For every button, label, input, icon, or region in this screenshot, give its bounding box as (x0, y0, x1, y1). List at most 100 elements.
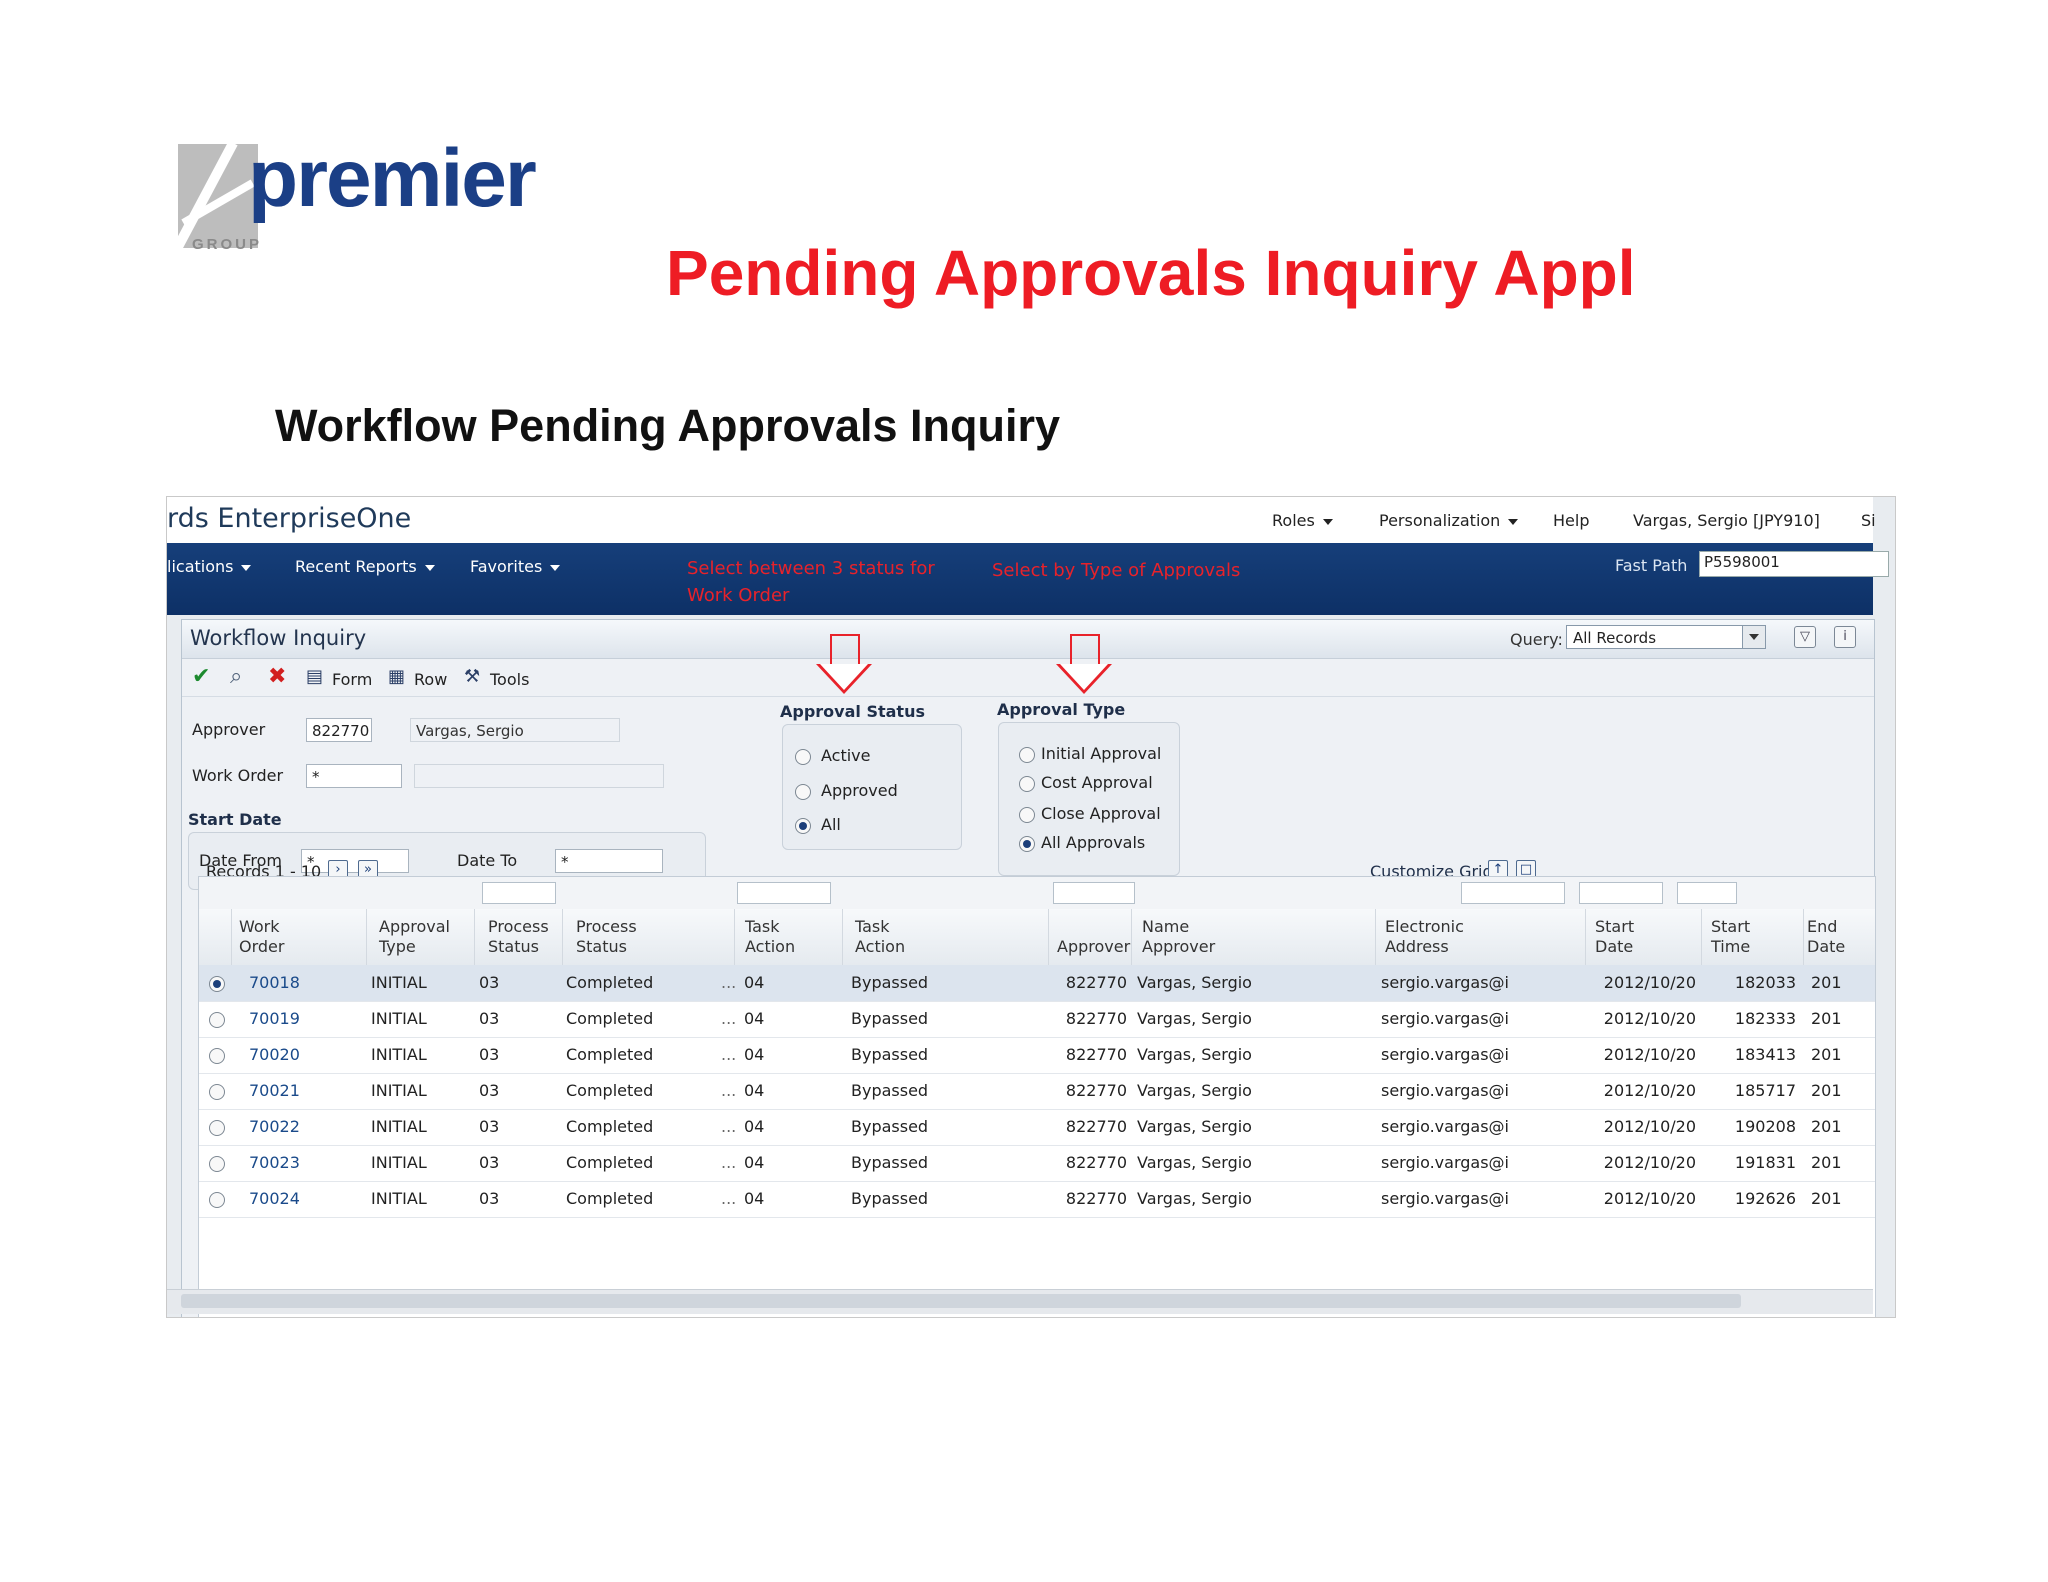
approver-name-field: Vargas, Sergio (410, 718, 620, 742)
column-header[interactable]: Approver (1057, 937, 1130, 957)
cell-wo[interactable]: 70024 (249, 1189, 300, 1208)
filter-process-status[interactable] (482, 882, 556, 904)
cell-lookup-dots[interactable]: ... (721, 1045, 736, 1064)
form-menu-label[interactable]: Form (332, 670, 372, 689)
table-row[interactable]: 70024 INITIAL 03 Completed 04 Bypassed 822770 V… (199, 1181, 1875, 1218)
column-header[interactable]: Process Status (576, 917, 637, 957)
personalization-menu[interactable]: Personalization (1379, 511, 1519, 530)
sign-out-link[interactable]: Si (1861, 511, 1876, 530)
column-divider[interactable] (1048, 909, 1049, 965)
table-row[interactable]: 70020 INITIAL 03 Completed 04 Bypassed 822770 V… (199, 1037, 1875, 1074)
cell-lookup-dots[interactable]: ... (721, 973, 736, 992)
column-divider[interactable] (1803, 909, 1804, 965)
cancel-x-icon[interactable]: ✖ (268, 664, 286, 690)
user-name[interactable]: Vargas, Sergio [JPY910] (1633, 511, 1820, 530)
column-header[interactable]: Start Date (1595, 917, 1634, 957)
radio-all[interactable] (795, 818, 811, 834)
column-header[interactable]: End Date (1807, 917, 1845, 957)
search-icon[interactable]: ⌕ (230, 664, 242, 690)
row-select-radio[interactable] (209, 1120, 225, 1136)
row-select-radio[interactable] (209, 1048, 225, 1064)
radio-approved[interactable] (795, 784, 811, 800)
cell-wo[interactable]: 70022 (249, 1117, 300, 1136)
cell-wo[interactable]: 70018 (249, 973, 300, 992)
dropdown-arrow-icon[interactable] (1742, 626, 1765, 648)
cell-wo[interactable]: 70023 (249, 1153, 300, 1172)
recent-reports-menu[interactable]: Recent Reports (295, 557, 435, 576)
cell-wo[interactable]: 70020 (249, 1045, 300, 1064)
column-divider[interactable] (1375, 909, 1376, 965)
row-select-radio[interactable] (209, 1156, 225, 1172)
filter-task-action[interactable] (737, 882, 831, 904)
radio-cost-approval[interactable] (1019, 776, 1035, 792)
column-header[interactable]: Approval Type (379, 917, 450, 957)
work-order-input[interactable]: * (306, 764, 402, 788)
column-divider[interactable] (1131, 909, 1132, 965)
cell-psd: Completed (566, 1081, 654, 1100)
scrollbar-thumb[interactable] (181, 1294, 1741, 1308)
filter-start-date[interactable] (1461, 882, 1565, 904)
table-row[interactable]: 70019 INITIAL 03 Completed 04 Bypassed 822770 V… (199, 1001, 1875, 1038)
table-row[interactable]: 70022 INITIAL 03 Completed 04 Bypassed 822770 V… (199, 1109, 1875, 1146)
column-header[interactable]: Start Time (1711, 917, 1750, 957)
filter-start-time[interactable] (1579, 882, 1663, 904)
cell-wo[interactable]: 70019 (249, 1009, 300, 1028)
table-row[interactable]: 70021 INITIAL 03 Completed 04 Bypassed 822770 V… (199, 1073, 1875, 1110)
cell-lookup-dots[interactable]: ... (721, 1117, 736, 1136)
cell-wo[interactable]: 70021 (249, 1081, 300, 1100)
tools-menu-icon[interactable]: ⚒ (464, 664, 480, 690)
query-select[interactable]: All Records (1566, 625, 1766, 649)
column-header[interactable]: Process Status (488, 917, 549, 957)
cell-email: sergio.vargas@i (1381, 1045, 1509, 1064)
horizontal-scrollbar[interactable] (167, 1289, 1873, 1314)
table-row[interactable]: 70023 INITIAL 03 Completed 04 Bypassed 822770 V… (199, 1145, 1875, 1182)
column-divider[interactable] (562, 909, 563, 965)
roles-menu[interactable]: Roles (1272, 511, 1333, 530)
grid-filter-row (199, 877, 1875, 910)
filter-end-date[interactable] (1677, 882, 1737, 904)
cell-lookup-dots[interactable]: ... (721, 1009, 736, 1028)
column-header[interactable]: Electronic Address (1385, 917, 1464, 957)
column-divider[interactable] (734, 909, 735, 965)
info-icon[interactable]: i (1834, 626, 1856, 648)
column-divider[interactable] (842, 909, 843, 965)
column-header[interactable]: Name Approver (1142, 917, 1215, 957)
help-link[interactable]: Help (1553, 511, 1589, 530)
applications-menu[interactable]: lications (167, 557, 252, 576)
row-select-radio[interactable] (209, 1012, 225, 1028)
row-select-radio[interactable] (209, 1084, 225, 1100)
radio-active[interactable] (795, 749, 811, 765)
column-divider[interactable] (231, 909, 232, 965)
approver-input[interactable]: 822770 (306, 718, 372, 742)
column-divider[interactable] (1585, 909, 1586, 965)
filter-approver[interactable] (1053, 882, 1135, 904)
column-header[interactable]: Task Action (855, 917, 905, 957)
tools-menu-label[interactable]: Tools (490, 670, 529, 689)
row-select-radio[interactable] (209, 1192, 225, 1208)
filter-icon[interactable]: ▽ (1794, 626, 1816, 648)
ok-check-icon[interactable]: ✔ (192, 664, 210, 690)
column-header[interactable]: Task Action (745, 917, 795, 957)
cell-edate: 201 (1811, 1009, 1842, 1028)
form-menu-icon[interactable]: ▤ (306, 664, 323, 690)
column-header[interactable]: Work Order (239, 917, 284, 957)
cell-lookup-dots[interactable]: ... (721, 1081, 736, 1100)
radio-all-approvals[interactable] (1019, 836, 1035, 852)
applications-label: lications (167, 557, 234, 576)
favorites-menu[interactable]: Favorites (470, 557, 561, 576)
row-menu-label[interactable]: Row (414, 670, 447, 689)
cell-lookup-dots[interactable]: ... (721, 1189, 736, 1208)
row-menu-icon[interactable]: ▦ (388, 664, 405, 690)
table-row[interactable]: 70018 INITIAL 03 Completed 04 Bypassed 822770 V… (199, 965, 1875, 1002)
fast-path-input[interactable]: P5598001 (1699, 551, 1889, 577)
cell-stime: 182333 (1734, 1009, 1796, 1028)
row-select-radio[interactable] (209, 976, 225, 992)
column-divider[interactable] (366, 909, 367, 965)
grid-column-headers: Work Order Approval Type Process Status Pro… (199, 909, 1875, 966)
radio-approved-label: Approved (821, 781, 898, 800)
column-divider[interactable] (1701, 909, 1702, 965)
cell-lookup-dots[interactable]: ... (721, 1153, 736, 1172)
radio-initial-approval[interactable] (1019, 747, 1035, 763)
column-divider[interactable] (474, 909, 475, 965)
radio-close-approval[interactable] (1019, 807, 1035, 823)
